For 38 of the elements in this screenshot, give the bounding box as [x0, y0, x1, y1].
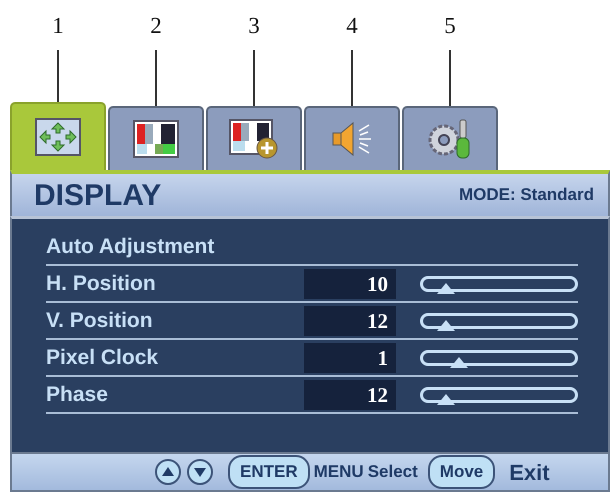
slider-track[interactable]: [420, 350, 578, 366]
color-bars-icon: [132, 119, 180, 159]
slider-thumb[interactable]: [436, 392, 455, 404]
menu-title: DISPLAY: [34, 178, 162, 214]
key-hint: MENU: [314, 461, 364, 484]
value-display: 1: [304, 342, 396, 372]
value-display: 10: [304, 268, 396, 298]
callout-number: 2: [150, 14, 162, 38]
menu-tab[interactable]: [206, 106, 302, 170]
exit-label: Exit: [509, 458, 550, 486]
key-label: Move: [428, 455, 496, 489]
menu-tab[interactable]: [108, 106, 204, 170]
callout-number: 1: [52, 14, 64, 38]
key-label: ENTER: [228, 455, 310, 489]
key-hint: Select: [368, 461, 418, 484]
slider-thumb[interactable]: [436, 318, 455, 330]
leader-line: [155, 50, 157, 106]
leader-line: [253, 50, 255, 106]
callout-number: 3: [248, 14, 260, 38]
slider-track[interactable]: [420, 276, 578, 292]
value-display: 12: [304, 306, 396, 336]
slider-thumb[interactable]: [450, 356, 468, 368]
leader-line: [351, 50, 353, 106]
color-bars-plus-icon: [228, 118, 280, 160]
menu-item[interactable]: Auto Adjustment: [46, 230, 318, 262]
menu-item[interactable]: Pixel Clock: [46, 342, 304, 374]
leader-line: [449, 50, 451, 106]
callout-number: 4: [346, 14, 358, 38]
menu-item[interactable]: H. Position: [46, 268, 304, 300]
slider-thumb[interactable]: [436, 282, 455, 294]
mode-label: MODE: Standard: [458, 184, 594, 206]
menu-item[interactable]: V. Position: [46, 304, 304, 336]
slider-track[interactable]: [420, 386, 578, 402]
display-icon: [34, 117, 82, 157]
callout-number: 5: [444, 14, 456, 38]
menu-item[interactable]: Phase: [46, 378, 304, 410]
value-display: 12: [304, 380, 396, 410]
slider-track[interactable]: [420, 312, 578, 328]
